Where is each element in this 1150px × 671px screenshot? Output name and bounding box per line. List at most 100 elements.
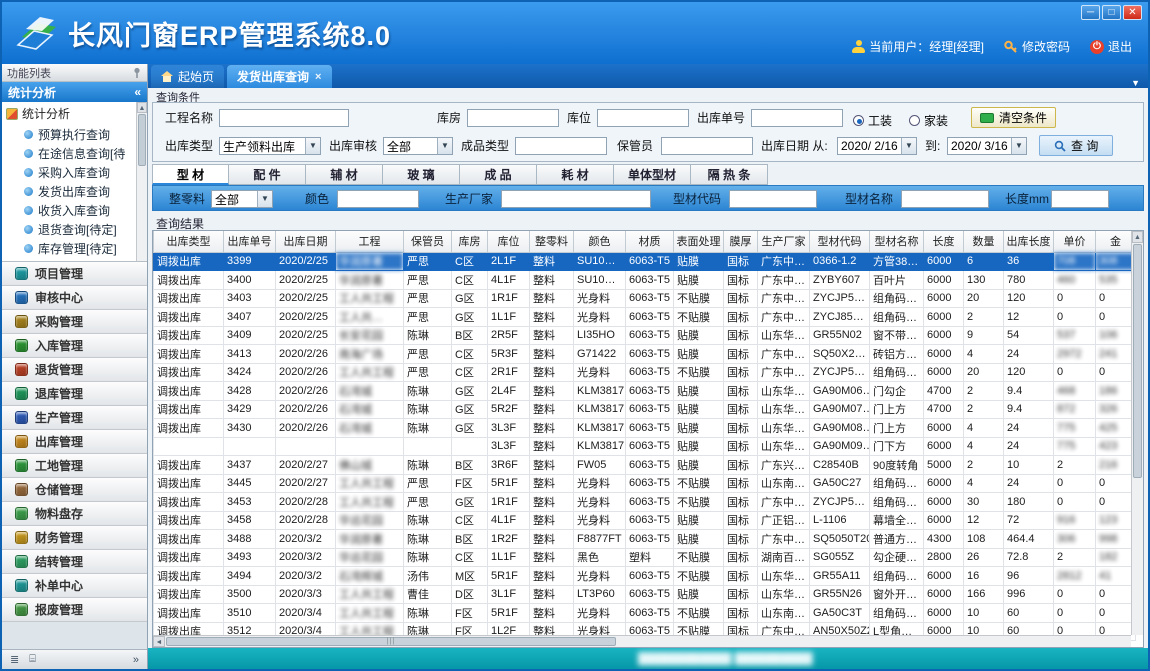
location-input[interactable] bbox=[597, 109, 689, 127]
table-row[interactable]: 调拨出库34132020/2/26南海广场严思C区5R3F整料G71422606… bbox=[154, 345, 1136, 364]
tab-close-icon[interactable]: × bbox=[314, 71, 322, 83]
sidebar-item-项目管理[interactable]: 项目管理 bbox=[2, 262, 147, 286]
scroll-up-icon[interactable]: ▲ bbox=[1132, 231, 1143, 243]
profile-code-input[interactable] bbox=[729, 190, 817, 208]
sidebar-item-入库管理[interactable]: 入库管理 bbox=[2, 334, 147, 358]
table-row[interactable]: 调拨出库34942020/3/2石湾辉城汤伟M区5R1F整料光身料6063-T5… bbox=[154, 567, 1136, 586]
profile-name-input[interactable] bbox=[901, 190, 989, 208]
sidebar-item-仓储管理[interactable]: 仓储管理 bbox=[2, 478, 147, 502]
table-row[interactable]: 调拨出库34092020/2/25长安花园陈琳B区2R5F整料LI35HO606… bbox=[154, 326, 1136, 345]
column-header-保管员[interactable]: 保管员 bbox=[404, 231, 452, 252]
tree-item-采购入库查询[interactable]: 采购入库查询 bbox=[2, 163, 147, 182]
radio-home-install[interactable]: 家装 bbox=[909, 112, 948, 129]
table-row[interactable]: 调拨出库33992020/2/25华润原著严思C区2L1F整料SU10…6063… bbox=[154, 252, 1136, 271]
table-row[interactable]: 调拨出库34582020/2/28华远花园陈琳C区4L1F整料光身料6063-T… bbox=[154, 511, 1136, 530]
column-header-生产厂家[interactable]: 生产厂家 bbox=[758, 231, 810, 252]
scroll-up-icon[interactable]: ▲ bbox=[137, 102, 147, 113]
tree-item-预算执行查询[interactable]: 预算执行查询 bbox=[2, 125, 147, 144]
column-header-整零料[interactable]: 整零料 bbox=[530, 231, 574, 252]
table-horizontal-scrollbar[interactable]: ◄ ||| bbox=[153, 635, 1131, 647]
length-input[interactable] bbox=[1051, 190, 1109, 208]
tree-root-statistics[interactable]: 统计分析 bbox=[2, 102, 147, 125]
sidebar-item-工地管理[interactable]: 工地管理 bbox=[2, 454, 147, 478]
audit-select[interactable]: 全部▼ bbox=[383, 137, 453, 155]
tree-scrollbar[interactable]: ▲ bbox=[136, 102, 147, 261]
sidebar-item-报废管理[interactable]: 报废管理 bbox=[2, 598, 147, 622]
table-row[interactable]: 调拨出库34452020/2/27工人共工程严思F区5R1F整料光身料6063-… bbox=[154, 474, 1136, 493]
material-tab-辅材[interactable]: 辅 材 bbox=[306, 164, 383, 185]
sidebar-item-物料盘存[interactable]: 物料盘存 bbox=[2, 502, 147, 526]
custodian-input[interactable] bbox=[661, 137, 753, 155]
tree-item-收货入库查询[interactable]: 收货入库查询 bbox=[2, 201, 147, 220]
maximize-button[interactable]: □ bbox=[1102, 5, 1121, 20]
table-row[interactable]: 调拨出库34532020/2/28工人共工程严思G区1R1F整料光身料6063-… bbox=[154, 493, 1136, 512]
table-row[interactable]: 调拨出库34032020/2/25工人共工程严思G区1R1F整料光身料6063-… bbox=[154, 289, 1136, 308]
material-tab-型材[interactable]: 型 材 bbox=[152, 164, 229, 185]
column-header-出库类型[interactable]: 出库类型 bbox=[154, 231, 224, 252]
clear-conditions-button[interactable]: 清空条件 bbox=[971, 107, 1056, 128]
outbound-type-select[interactable]: 生产领料出库▼ bbox=[219, 137, 321, 155]
table-row[interactable]: 调拨出库34282020/2/26石湾城陈琳G区2L4F整料KLM3817606… bbox=[154, 382, 1136, 401]
manufacturer-input[interactable] bbox=[501, 190, 651, 208]
warehouse-input[interactable] bbox=[467, 109, 559, 127]
project-name-input[interactable] bbox=[219, 109, 349, 127]
change-password-button[interactable]: 修改密码 bbox=[1004, 38, 1070, 55]
expand-icon[interactable]: » bbox=[133, 654, 139, 666]
column-header-长度[interactable]: 长度 bbox=[924, 231, 964, 252]
tree-scroll-thumb[interactable] bbox=[138, 114, 146, 166]
material-tab-单体型材[interactable]: 单体型材 bbox=[614, 164, 691, 185]
list-icon[interactable]: ≣ bbox=[10, 653, 19, 666]
sidebar-item-审核中心[interactable]: 审核中心 bbox=[2, 286, 147, 310]
table-row[interactable]: 调拨出库34292020/2/26石湾城陈琳G区5R2F整料KLM3817606… bbox=[154, 400, 1136, 419]
table-row[interactable]: 调拨出库35102020/3/4工人共工程陈琳F区5R1F整料光身料6063-T… bbox=[154, 604, 1136, 623]
table-row[interactable]: 调拨出库34002020/2/25华润原著严思C区4L1F整料SU10…6063… bbox=[154, 271, 1136, 290]
monitor-icon[interactable]: ⌸ bbox=[29, 653, 36, 666]
table-row[interactable]: 调拨出库34072020/2/25工人共…严思G区1L1F整料光身料6063-T… bbox=[154, 308, 1136, 327]
table-row[interactable]: 调拨出库34372020/2/27佛山城陈琳B区3R6F整料FW056063-T… bbox=[154, 456, 1136, 475]
pin-icon[interactable] bbox=[132, 67, 142, 78]
column-header-型材代码[interactable]: 型材代码 bbox=[810, 231, 870, 252]
sidebar-item-生产管理[interactable]: 生产管理 bbox=[2, 406, 147, 430]
table-row[interactable]: 3L3F整料KLM38176063-T5贴膜国标山东华…GA90M09…门下方6… bbox=[154, 437, 1136, 456]
column-header-出库长度[interactable]: 出库长度 bbox=[1004, 231, 1054, 252]
table-vertical-scrollbar[interactable]: ▲ bbox=[1131, 231, 1143, 635]
query-button[interactable]: 查 询 bbox=[1039, 135, 1113, 156]
column-header-出库单号[interactable]: 出库单号 bbox=[224, 231, 276, 252]
column-header-单价[interactable]: 单价 bbox=[1054, 231, 1096, 252]
column-header-表面处理[interactable]: 表面处理 bbox=[674, 231, 724, 252]
column-header-工程[interactable]: 工程 bbox=[336, 231, 404, 252]
sidebar-item-退库管理[interactable]: 退库管理 bbox=[2, 382, 147, 406]
sidebar-item-补单中心[interactable]: 补单中心 bbox=[2, 574, 147, 598]
tab-起始页[interactable]: 起始页 bbox=[151, 65, 224, 88]
date-from-select[interactable]: 2020/ 2/16▼ bbox=[837, 137, 917, 155]
column-header-材质[interactable]: 材质 bbox=[626, 231, 674, 252]
tab-发货出库查询[interactable]: 发货出库查询× bbox=[227, 65, 332, 88]
sidebar-section-statistics[interactable]: 统计分析 « bbox=[2, 82, 147, 102]
sidebar-item-财务管理[interactable]: 财务管理 bbox=[2, 526, 147, 550]
color-input[interactable] bbox=[337, 190, 419, 208]
product-type-input[interactable] bbox=[515, 137, 607, 155]
tree-item-退货查询[待定][interactable]: 退货查询[待定] bbox=[2, 220, 147, 239]
logout-button[interactable]: ⏻ 退出 bbox=[1090, 38, 1132, 55]
hscroll-thumb[interactable]: ||| bbox=[166, 637, 616, 646]
tree-item-库存管理[待定][interactable]: 库存管理[待定] bbox=[2, 239, 147, 258]
whole-material-select[interactable]: 全部▼ bbox=[211, 190, 273, 208]
sidebar-item-结转管理[interactable]: 结转管理 bbox=[2, 550, 147, 574]
material-tab-成品[interactable]: 成 品 bbox=[460, 164, 537, 185]
tree-item-发货出库查询[interactable]: 发货出库查询 bbox=[2, 182, 147, 201]
collapse-icon[interactable]: « bbox=[134, 85, 141, 99]
sidebar-item-退货管理[interactable]: 退货管理 bbox=[2, 358, 147, 382]
sidebar-item-出库管理[interactable]: 出库管理 bbox=[2, 430, 147, 454]
date-to-select[interactable]: 2020/ 3/16▼ bbox=[947, 137, 1027, 155]
table-row[interactable]: 调拨出库35002020/3/3工人共工程曹佳D区3L1F整料LT3P60606… bbox=[154, 585, 1136, 604]
table-row[interactable]: 调拨出库34242020/2/26工人共工程严思C区2R1F整料光身料6063-… bbox=[154, 363, 1136, 382]
material-tab-耗材[interactable]: 耗 材 bbox=[537, 164, 614, 185]
material-tab-配件[interactable]: 配 件 bbox=[229, 164, 306, 185]
order-no-input[interactable] bbox=[751, 109, 843, 127]
tab-overflow-arrow[interactable]: ▼ bbox=[1123, 78, 1148, 88]
column-header-颜色[interactable]: 颜色 bbox=[574, 231, 626, 252]
column-header-出库日期[interactable]: 出库日期 bbox=[276, 231, 336, 252]
column-header-数量[interactable]: 数量 bbox=[964, 231, 1004, 252]
table-row[interactable]: 调拨出库34932020/3/2华远花园陈琳C区1L1F整料黑色塑料不贴膜国标湖… bbox=[154, 548, 1136, 567]
scroll-left-icon[interactable]: ◄ bbox=[153, 636, 165, 647]
